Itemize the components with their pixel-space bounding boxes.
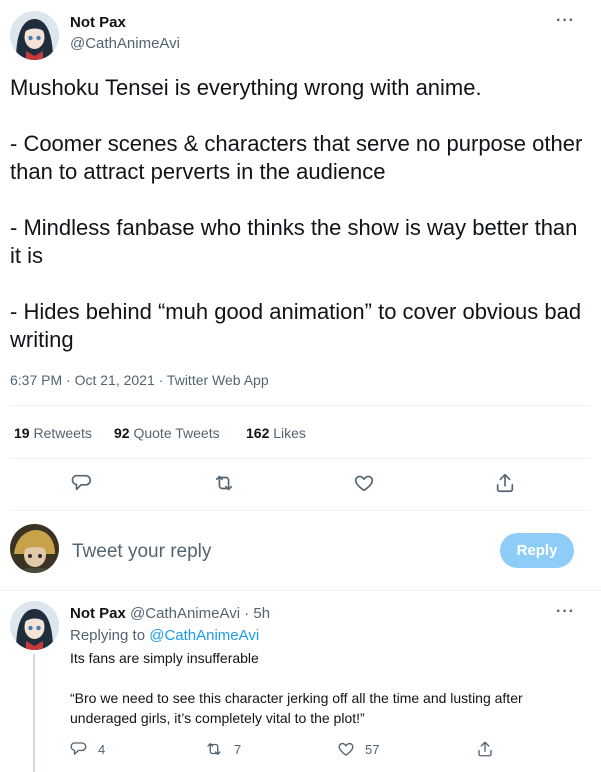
- retweet-icon: [207, 743, 221, 755]
- likes-stat[interactable]: 162 Likes: [246, 425, 306, 441]
- retweet-count: 7: [234, 741, 242, 757]
- reply-header: Not Pax @CathAnimeAvi · 5h: [70, 605, 270, 622]
- quote-tweets-stat[interactable]: 92 Quote Tweets: [114, 425, 220, 441]
- share-icon: [478, 741, 492, 757]
- reply-input[interactable]: Tweet your reply: [72, 541, 211, 563]
- divider: [10, 405, 590, 406]
- quotes-label: Quote Tweets: [133, 425, 220, 441]
- reply-button[interactable]: [71, 472, 93, 494]
- my-avatar[interactable]: [10, 524, 59, 573]
- replying-to-link[interactable]: @CathAnimeAvi: [149, 627, 259, 644]
- more-options-button[interactable]: ···: [556, 12, 575, 30]
- retweets-label: Retweets: [33, 425, 92, 441]
- replying-to-line: Replying to @CathAnimeAvi: [70, 627, 259, 644]
- reply-text: Its fans are simply insufferable “Bro we…: [70, 650, 523, 726]
- divider: [10, 510, 590, 511]
- share-button[interactable]: [494, 472, 516, 494]
- like-count: 57: [365, 741, 380, 757]
- speech-bubble-icon: [71, 474, 92, 491]
- retweets-count: 19: [14, 425, 30, 441]
- tweet-text: Mushoku Tensei is everything wrong with …: [10, 75, 583, 352]
- likes-label: Likes: [273, 425, 306, 441]
- quotes-count: 92: [114, 425, 130, 441]
- retweet-button[interactable]: [212, 472, 236, 494]
- author-name[interactable]: Not Pax: [70, 14, 126, 31]
- replying-prefix: Replying to: [70, 627, 146, 644]
- likes-count: 162: [246, 425, 270, 441]
- reply-retweet-button[interactable]: 7: [204, 740, 241, 758]
- reply-share-button[interactable]: [476, 740, 494, 763]
- reply-like-button[interactable]: 57: [337, 740, 379, 758]
- reply-author-handle[interactable]: @CathAnimeAvi · 5h: [130, 605, 270, 622]
- reply-reply-button[interactable]: 4: [70, 740, 105, 758]
- tweet-timestamp[interactable]: 6:37 PM · Oct 21, 2021 · Twitter Web App: [10, 372, 269, 388]
- reply-more-options-button[interactable]: ···: [556, 603, 575, 621]
- heart-icon: [338, 742, 354, 756]
- divider: [0, 590, 601, 591]
- speech-bubble-icon: [70, 742, 87, 755]
- reply-submit-button[interactable]: Reply: [500, 533, 574, 568]
- retweets-stat[interactable]: 19 Retweets: [14, 425, 92, 441]
- divider: [10, 458, 590, 459]
- like-button[interactable]: [353, 472, 375, 494]
- retweet-icon: [215, 475, 233, 491]
- author-handle[interactable]: @CathAnimeAvi: [70, 35, 180, 52]
- heart-icon: [354, 475, 374, 492]
- reply-author-name[interactable]: Not Pax: [70, 605, 126, 622]
- thread-line: [33, 654, 35, 772]
- share-icon: [496, 473, 514, 493]
- reply-count: 4: [98, 741, 106, 757]
- reply-author-avatar[interactable]: [10, 601, 59, 650]
- author-avatar[interactable]: [10, 11, 59, 60]
